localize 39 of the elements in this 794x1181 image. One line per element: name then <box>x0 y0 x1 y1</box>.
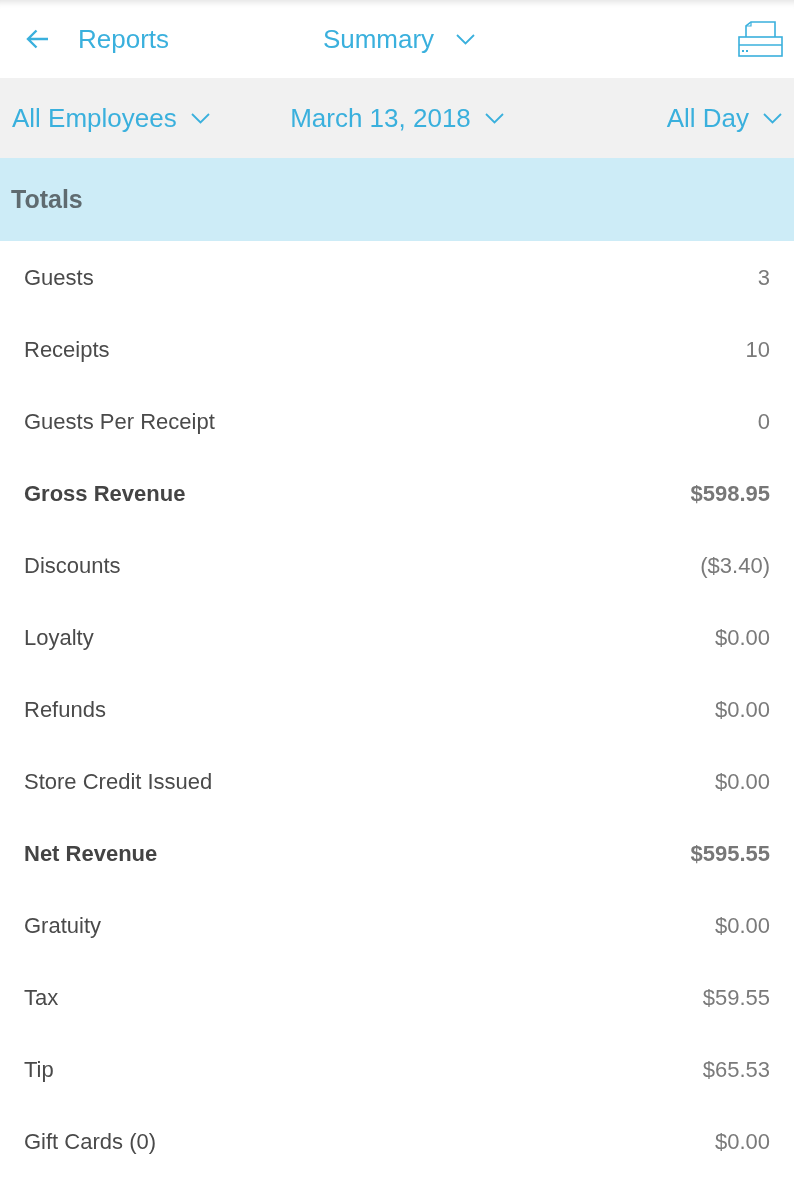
row-label: Gratuity <box>24 911 102 940</box>
row-value: $0.00 <box>714 1127 770 1156</box>
row-label: Guests Per Receipt <box>24 407 215 436</box>
row-value: $59.55 <box>702 983 770 1012</box>
row-value: $0.00 <box>714 623 770 652</box>
report-type-dropdown[interactable]: Summary <box>318 19 476 59</box>
row-value: $0.00 <box>714 695 770 724</box>
chevron-down-icon <box>456 33 476 45</box>
row-value: $0.00 <box>714 911 770 940</box>
row-value: $0.00 <box>714 767 770 796</box>
row-value: $598.95 <box>690 479 770 508</box>
row-value: $595.55 <box>690 839 770 868</box>
back-arrow-icon <box>26 29 49 49</box>
row-label: Refunds <box>24 695 106 724</box>
row-label: Gross Revenue <box>24 479 186 508</box>
row-label: Net Revenue <box>24 839 158 868</box>
chevron-down-icon <box>484 112 504 124</box>
filter-dropdown[interactable]: All Day <box>666 98 782 138</box>
row-label: Store Credit Issued <box>24 767 213 796</box>
row-value: 0 <box>757 407 770 436</box>
chevron-down-icon <box>190 112 210 124</box>
filter-dropdown[interactable]: All Employees <box>12 98 210 138</box>
section-title: Totals <box>11 183 83 215</box>
row-value: 10 <box>745 335 770 364</box>
chevron-down-icon <box>763 112 782 124</box>
row-label: Tax <box>24 983 59 1012</box>
row-label: Gift Cards (0) <box>24 1127 157 1156</box>
row-label: Loyalty <box>24 623 94 652</box>
filter-dropdown[interactable]: March 13, 2018 <box>290 98 504 138</box>
row-value: 3 <box>757 263 770 292</box>
back-button[interactable]: Reports <box>0 19 170 59</box>
row-label: Guests <box>24 263 94 292</box>
printer-icon <box>738 20 783 58</box>
row-label: Receipts <box>24 335 110 364</box>
row-label: Discounts <box>24 551 121 580</box>
row-label: Tip <box>24 1055 54 1084</box>
print-button[interactable] <box>738 20 783 58</box>
row-value: $65.53 <box>702 1055 770 1084</box>
row-value: ($3.40) <box>700 551 770 580</box>
